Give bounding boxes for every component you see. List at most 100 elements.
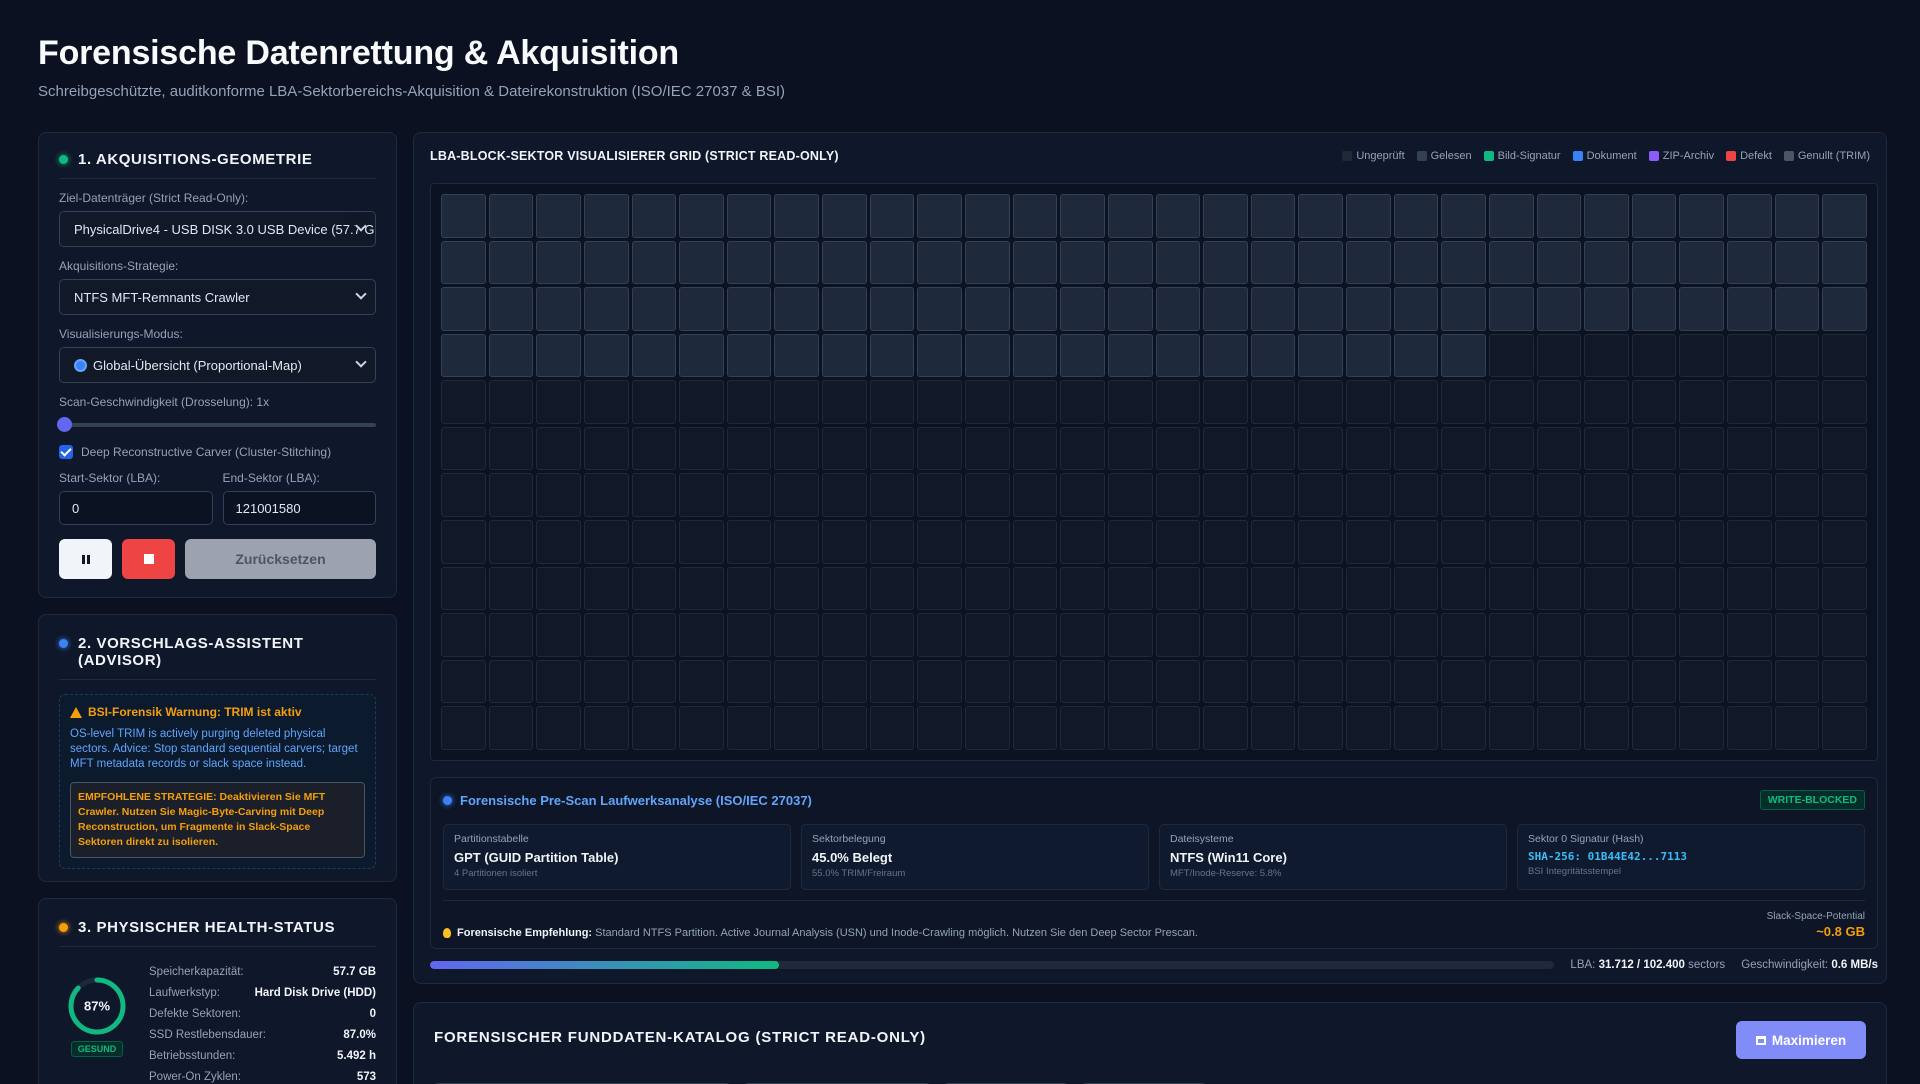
sector-cell[interactable] — [1584, 613, 1629, 657]
sector-cell[interactable] — [1727, 240, 1772, 285]
sector-cell[interactable] — [774, 426, 820, 471]
sector-cell[interactable] — [1250, 613, 1296, 657]
sector-cell[interactable] — [917, 613, 962, 657]
sector-cell[interactable] — [1488, 566, 1534, 611]
sector-cell[interactable] — [1107, 380, 1153, 424]
sector-cell[interactable] — [1298, 566, 1344, 611]
start-sector-input[interactable]: 0 — [59, 491, 213, 525]
sector-cell[interactable] — [1679, 613, 1725, 657]
sector-cell[interactable] — [917, 240, 962, 285]
sector-cell[interactable] — [488, 240, 534, 285]
sector-cell[interactable] — [1012, 659, 1058, 704]
sector-cell[interactable] — [1298, 473, 1344, 518]
sector-cell[interactable] — [1060, 426, 1105, 471]
sector-cell[interactable] — [679, 520, 724, 564]
sector-cell[interactable] — [441, 380, 486, 424]
sector-cell[interactable] — [488, 566, 534, 611]
sector-cell[interactable] — [726, 333, 772, 378]
sector-cell[interactable] — [1060, 566, 1105, 611]
sector-cell[interactable] — [774, 333, 820, 378]
sector-cell[interactable] — [1346, 333, 1391, 378]
sector-cell[interactable] — [774, 473, 820, 518]
sector-cell[interactable] — [1250, 520, 1296, 564]
sector-cell[interactable] — [1155, 194, 1201, 238]
sector-cell[interactable] — [1536, 613, 1582, 657]
sector-cell[interactable] — [1060, 287, 1105, 331]
sector-cell[interactable] — [1822, 333, 1867, 378]
sector-cell[interactable] — [822, 520, 867, 564]
sector-cell[interactable] — [1060, 333, 1105, 378]
sector-cell[interactable] — [869, 380, 915, 424]
sector-cell[interactable] — [964, 520, 1010, 564]
sector-cell[interactable] — [1346, 520, 1391, 564]
sector-cell[interactable] — [1536, 426, 1582, 471]
sector-cell[interactable] — [1155, 473, 1201, 518]
sector-cell[interactable] — [1393, 380, 1439, 424]
sector-cell[interactable] — [488, 287, 534, 331]
sector-cell[interactable] — [441, 333, 486, 378]
sector-cell[interactable] — [1346, 194, 1391, 238]
sector-cell[interactable] — [1203, 287, 1248, 331]
sector-cell[interactable] — [583, 380, 629, 424]
sector-cell[interactable] — [1679, 659, 1725, 704]
sector-cell[interactable] — [726, 613, 772, 657]
sector-cell[interactable] — [964, 659, 1010, 704]
sector-cell[interactable] — [774, 380, 820, 424]
sector-cell[interactable] — [726, 473, 772, 518]
sector-cell[interactable] — [536, 380, 581, 424]
sector-cell[interactable] — [774, 613, 820, 657]
sector-cell[interactable] — [822, 659, 867, 704]
sector-cell[interactable] — [1631, 333, 1677, 378]
sector-cell[interactable] — [488, 194, 534, 238]
sector-cell[interactable] — [1441, 473, 1486, 518]
sector-cell[interactable] — [583, 659, 629, 704]
sector-cell[interactable] — [536, 426, 581, 471]
sector-cell[interactable] — [1774, 566, 1820, 611]
sector-cell[interactable] — [1584, 520, 1629, 564]
sector-cell[interactable] — [1441, 194, 1486, 238]
sector-cell[interactable] — [1298, 426, 1344, 471]
sector-cell[interactable] — [679, 333, 724, 378]
sector-cell[interactable] — [1012, 380, 1058, 424]
sector-cell[interactable] — [1203, 706, 1248, 750]
sector-cell[interactable] — [1060, 520, 1105, 564]
sector-cell[interactable] — [1488, 706, 1534, 750]
sector-cell[interactable] — [869, 426, 915, 471]
sector-cell[interactable] — [917, 706, 962, 750]
sector-cell[interactable] — [1584, 706, 1629, 750]
sector-cell[interactable] — [1155, 287, 1201, 331]
sector-cell[interactable] — [583, 706, 629, 750]
sector-cell[interactable] — [1631, 287, 1677, 331]
sector-cell[interactable] — [869, 194, 915, 238]
sector-cell[interactable] — [1774, 706, 1820, 750]
sector-cell[interactable] — [1679, 240, 1725, 285]
sector-cell[interactable] — [1346, 659, 1391, 704]
sector-cell[interactable] — [1346, 426, 1391, 471]
sector-cell[interactable] — [1012, 287, 1058, 331]
sector-cell[interactable] — [1822, 287, 1867, 331]
sector-cell[interactable] — [1155, 706, 1201, 750]
sector-cell[interactable] — [869, 287, 915, 331]
sector-cell[interactable] — [1631, 380, 1677, 424]
sector-cell[interactable] — [726, 240, 772, 285]
sector-cell[interactable] — [1393, 566, 1439, 611]
sector-cell[interactable] — [1584, 287, 1629, 331]
sector-cell[interactable] — [441, 566, 486, 611]
sector-cell[interactable] — [822, 566, 867, 611]
sector-cell[interactable] — [1727, 659, 1772, 704]
sector-cell[interactable] — [1774, 194, 1820, 238]
sector-cell[interactable] — [1584, 426, 1629, 471]
sector-cell[interactable] — [1393, 520, 1439, 564]
sector-cell[interactable] — [917, 380, 962, 424]
sector-cell[interactable] — [631, 613, 677, 657]
visualization-mode-select[interactable]: Global-Übersicht (Proportional-Map) — [59, 347, 376, 383]
sector-cell[interactable] — [917, 426, 962, 471]
sector-cell[interactable] — [1774, 520, 1820, 564]
sector-cell[interactable] — [536, 240, 581, 285]
sector-cell[interactable] — [1203, 194, 1248, 238]
sector-cell[interactable] — [1441, 520, 1486, 564]
pause-button[interactable] — [59, 539, 112, 579]
sector-cell[interactable] — [1822, 194, 1867, 238]
sector-cell[interactable] — [536, 473, 581, 518]
sector-cell[interactable] — [1441, 566, 1486, 611]
